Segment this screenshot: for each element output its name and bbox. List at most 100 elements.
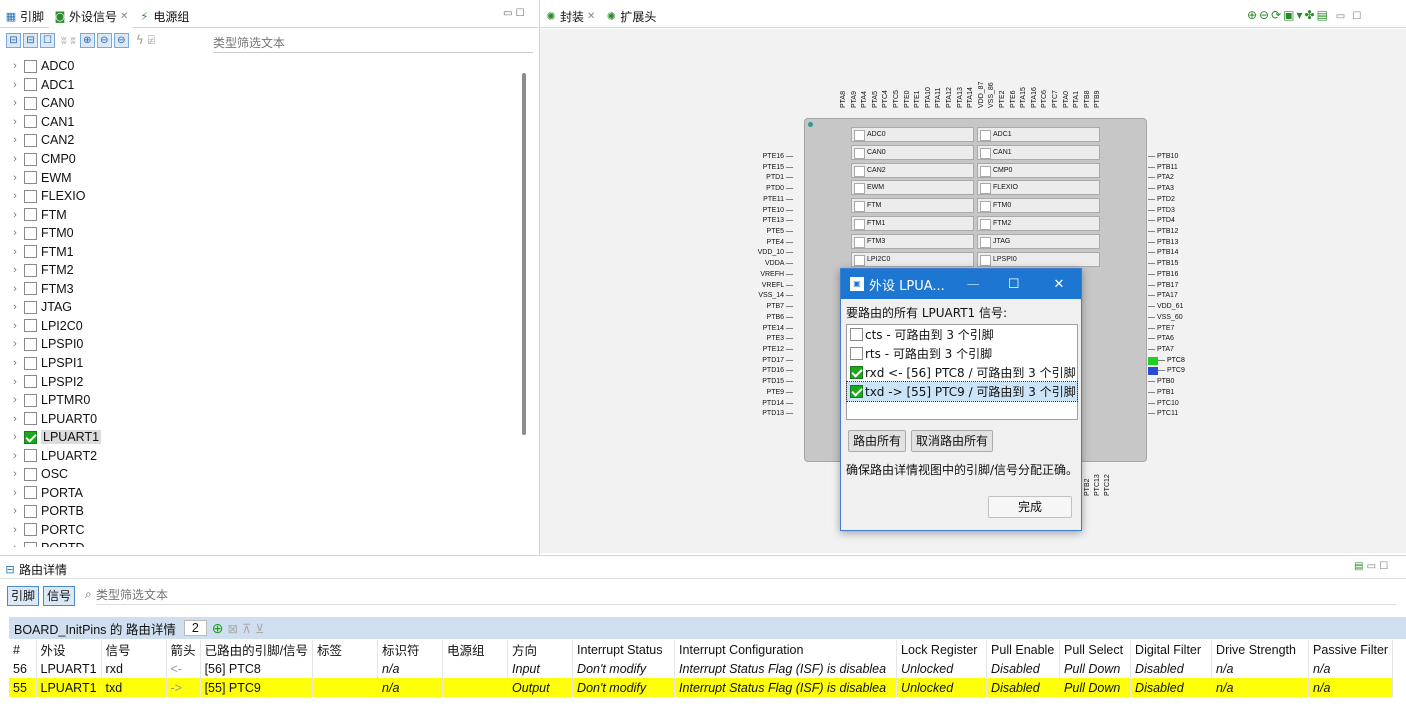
pin-label[interactable]: PTB9 xyxy=(1094,90,1101,108)
column-header[interactable]: 方向 xyxy=(507,640,574,659)
checkbox[interactable] xyxy=(24,486,37,500)
bolt-icon[interactable]: ϟ ⍯ xyxy=(136,33,155,48)
table-cell[interactable]: n/a xyxy=(377,678,444,697)
tree-item[interactable]: › FTM xyxy=(8,205,518,224)
collapse-icon[interactable]: ⊟ xyxy=(23,33,38,48)
pin-label[interactable]: PTD1 — xyxy=(753,174,793,182)
table-cell[interactable]: Output xyxy=(507,678,574,697)
pin-label[interactable]: PTA0 xyxy=(1063,91,1070,108)
chevron-right-icon[interactable]: › xyxy=(8,283,22,295)
column-header[interactable]: Pull Enable xyxy=(986,640,1061,659)
signal-item[interactable]: rts - 可路由到 3 个引脚 xyxy=(847,344,1077,363)
tree-item[interactable]: › ADC0 xyxy=(8,57,518,76)
pin-label[interactable]: PTC5 xyxy=(893,90,900,108)
tree-item[interactable]: › PORTB xyxy=(8,502,518,521)
signals-toggle-button[interactable]: 信号 xyxy=(43,586,76,606)
pin-label[interactable]: — VDD_61 xyxy=(1148,303,1183,311)
chevron-right-icon[interactable]: › xyxy=(8,376,22,388)
peripheral-cell[interactable]: LPI2C0 xyxy=(851,251,974,267)
checkbox[interactable] xyxy=(24,467,37,481)
pin-label[interactable]: — PTB11 xyxy=(1148,164,1178,172)
pin-label[interactable]: PTE13 — xyxy=(753,217,793,225)
chevron-right-icon[interactable]: › xyxy=(8,357,22,369)
chevron-right-icon[interactable]: › xyxy=(8,134,22,146)
table-cell[interactable]: [56] PTC8 xyxy=(200,659,314,678)
chevron-right-icon[interactable]: › xyxy=(8,79,22,91)
checkbox[interactable] xyxy=(24,319,37,333)
peripheral-cell[interactable]: CAN2 xyxy=(851,162,974,178)
pin-label[interactable]: — PTD2 xyxy=(1148,196,1175,204)
pin-label[interactable]: PTC13 xyxy=(1094,474,1101,496)
route-all-button[interactable]: 路由所有 xyxy=(848,430,906,452)
checkbox[interactable] xyxy=(850,385,863,398)
checkbox[interactable] xyxy=(24,263,37,277)
pin-label[interactable]: — PTC8 xyxy=(1148,356,1185,365)
pin-label[interactable]: — PTB15 xyxy=(1148,260,1178,268)
table-cell[interactable] xyxy=(312,678,379,697)
tree-item[interactable]: › FTM1 xyxy=(8,242,518,261)
chevron-right-icon[interactable]: › xyxy=(8,60,22,72)
checkbox[interactable] xyxy=(24,393,37,407)
chevron-right-icon[interactable]: › xyxy=(8,153,22,165)
table-cell[interactable]: Disabled xyxy=(1130,678,1213,697)
peripheral-cell[interactable]: FTM0 xyxy=(977,198,1100,214)
peripheral-cell[interactable]: FTM2 xyxy=(977,216,1100,231)
pin-label[interactable]: VDD_87 xyxy=(978,82,985,108)
table-cell[interactable]: n/a xyxy=(1308,678,1394,697)
pin-label[interactable]: PTD14 — xyxy=(753,400,793,408)
signal-item[interactable]: cts - 可路由到 3 个引脚 xyxy=(847,325,1077,344)
checkbox[interactable] xyxy=(24,337,37,351)
chevron-right-icon[interactable]: › xyxy=(8,227,22,239)
peripheral-cell[interactable]: CAN0 xyxy=(851,144,974,160)
left-filter-input[interactable] xyxy=(213,33,533,53)
pin-label[interactable]: PTA13 xyxy=(957,87,964,108)
pin-label[interactable]: VREFL — xyxy=(753,282,793,290)
checkbox[interactable] xyxy=(24,189,37,203)
close-icon[interactable]: ✕ xyxy=(1053,277,1064,292)
pin-label[interactable]: PTA1 xyxy=(1073,91,1080,108)
tree-item[interactable]: › CAN2 xyxy=(8,131,518,150)
pin-label[interactable]: PTB2 xyxy=(1084,478,1091,496)
checkbox[interactable] xyxy=(24,226,37,240)
column-header[interactable]: 箭头 xyxy=(166,640,201,659)
peripheral-cell[interactable]: FTM xyxy=(851,198,974,214)
pin-label[interactable]: — PTC11 xyxy=(1148,410,1178,418)
tree-item[interactable]: › FTM2 xyxy=(8,261,518,280)
column-header[interactable]: Interrupt Configuration xyxy=(674,640,898,659)
config-count[interactable]: 2 xyxy=(183,620,207,636)
table-cell[interactable]: Pull Down xyxy=(1059,678,1132,697)
checkbox[interactable] xyxy=(24,504,37,518)
table-cell[interactable]: n/a xyxy=(1211,678,1310,697)
checkbox[interactable] xyxy=(850,347,863,360)
table-cell[interactable]: Interrupt Status Flag (ISF) is disablea xyxy=(674,659,898,678)
chevron-right-icon[interactable]: › xyxy=(8,301,22,313)
table-cell[interactable]: Unlocked xyxy=(896,659,988,678)
checkbox[interactable] xyxy=(24,375,37,389)
pin-label[interactable]: — PTB14 xyxy=(1148,249,1178,257)
chevron-right-icon[interactable]: › xyxy=(8,524,22,536)
pin-label[interactable]: — PTB1 xyxy=(1148,389,1174,397)
route-icon[interactable]: ⊕ xyxy=(79,33,95,48)
pin-label[interactable]: PTB8 xyxy=(1084,90,1091,108)
pin-label[interactable]: PTE0 xyxy=(904,90,911,108)
peripheral-cell[interactable]: JTAG xyxy=(977,233,1100,249)
chevron-right-icon[interactable]: › xyxy=(8,450,22,462)
pin-label[interactable]: PTE3 — xyxy=(753,335,793,343)
column-header[interactable]: Interrupt Status xyxy=(572,640,676,659)
pin-label[interactable]: PTD17 — xyxy=(753,357,793,365)
peripheral-cell[interactable]: FTM1 xyxy=(851,216,974,231)
pin-label[interactable]: VDDA — xyxy=(753,260,793,268)
pin-label[interactable]: PTA15 xyxy=(1020,87,1027,108)
column-header[interactable]: 信号 xyxy=(101,640,167,659)
pin-label[interactable]: — PTA3 xyxy=(1148,185,1174,193)
checkbox[interactable] xyxy=(24,430,37,444)
tree-item[interactable]: › CAN1 xyxy=(8,113,518,132)
checkbox[interactable] xyxy=(850,366,863,379)
checkbox[interactable] xyxy=(24,245,37,259)
pin-label[interactable]: — PTB17 xyxy=(1148,282,1178,290)
checkbox[interactable] xyxy=(24,300,37,314)
tab-package[interactable]: ✺ 封装 ✕ xyxy=(540,6,600,28)
unroute-all-button[interactable]: 取消路由所有 xyxy=(911,430,993,452)
checkbox[interactable] xyxy=(24,133,37,147)
table-cell[interactable]: Unlocked xyxy=(896,678,988,697)
